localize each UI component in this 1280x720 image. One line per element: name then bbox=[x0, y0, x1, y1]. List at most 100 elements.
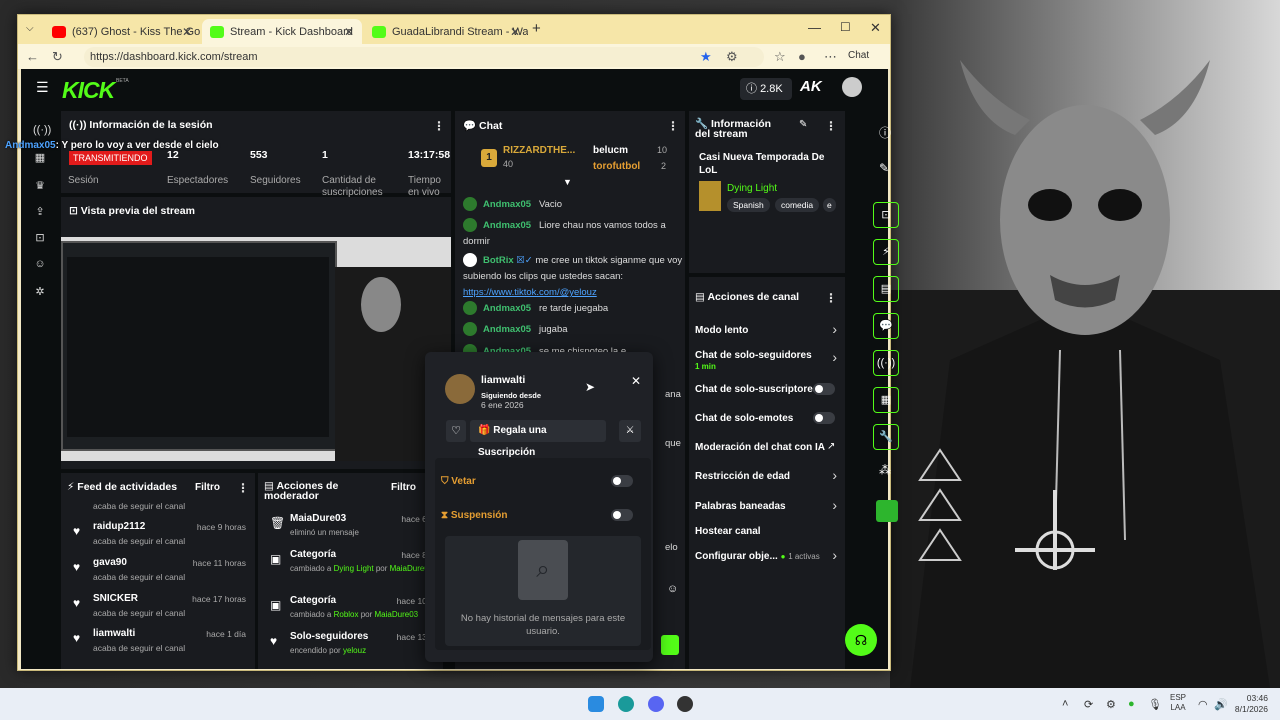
user-avatar[interactable] bbox=[842, 77, 862, 97]
new-tab-button[interactable]: + bbox=[532, 20, 541, 37]
chevron-right-icon[interactable]: › bbox=[832, 321, 837, 337]
hamburger-menu-icon[interactable]: ☰ bbox=[36, 79, 49, 96]
more-icon[interactable]: ⋯ bbox=[824, 49, 837, 65]
leader-name[interactable]: belucm bbox=[593, 145, 628, 156]
microphone-icon[interactable]: 🎙 bbox=[1148, 698, 1162, 711]
more-icon[interactable]: ⋮ bbox=[237, 481, 249, 495]
leader-name[interactable]: RIZZARDTHE... bbox=[503, 145, 575, 156]
notes-button[interactable]: ▤ bbox=[873, 276, 899, 302]
wifi-icon[interactable]: ◠ bbox=[1198, 698, 1208, 711]
info-icon[interactable]: ⓘ bbox=[879, 124, 891, 141]
collapse-icon[interactable]: ▼ bbox=[563, 177, 572, 187]
profile-icon[interactable]: ● bbox=[798, 49, 806, 64]
gift-sub-button[interactable]: 🎁 Regala una Suscripción bbox=[470, 420, 606, 458]
chat-user[interactable]: Andmax05 bbox=[483, 324, 531, 335]
game-name[interactable]: Dying Light bbox=[727, 183, 777, 194]
follow-button[interactable]: ♡ bbox=[446, 420, 466, 442]
volume-icon[interactable]: 🔊 bbox=[1214, 698, 1228, 711]
chevron-right-icon[interactable]: › bbox=[832, 547, 837, 563]
upload-icon[interactable]: ⇪ bbox=[33, 205, 47, 219]
users-icon[interactable]: ☺ bbox=[33, 257, 47, 271]
maximize-button[interactable]: ☐ bbox=[840, 20, 851, 34]
chat-user[interactable]: Andmax05 bbox=[483, 303, 531, 314]
more-icon[interactable]: ⋮ bbox=[825, 291, 837, 305]
chevron-right-icon[interactable]: › bbox=[832, 349, 837, 365]
tag[interactable]: comedia bbox=[775, 198, 820, 212]
close-icon[interactable]: ✕ bbox=[510, 25, 520, 39]
tab-kick-dashboard[interactable]: Stream - Kick Dashboard ✕ bbox=[202, 19, 362, 44]
action-goals[interactable]: Configurar obje... ● 1 activas bbox=[695, 551, 845, 562]
emotes-only-toggle[interactable] bbox=[813, 412, 835, 424]
tray-app-icon[interactable]: ⚙ bbox=[1106, 698, 1116, 711]
leader-name[interactable]: torofutbol bbox=[593, 161, 640, 172]
tab-actions-icon[interactable]: ⌵ bbox=[26, 23, 34, 34]
ban-toggle[interactable] bbox=[611, 475, 633, 487]
start-icon[interactable] bbox=[588, 696, 604, 712]
ak-avatar[interactable]: AK bbox=[800, 78, 822, 95]
action-followers-only[interactable]: Chat de solo-seguidores 1 min bbox=[695, 350, 835, 372]
game-button[interactable] bbox=[876, 500, 898, 522]
close-icon[interactable]: ✕ bbox=[631, 374, 641, 388]
popup-username[interactable]: liamwalti bbox=[481, 374, 525, 386]
support-button[interactable]: ☊ bbox=[845, 624, 877, 656]
edit-icon[interactable]: ✎ bbox=[799, 119, 807, 130]
tag[interactable]: e bbox=[823, 198, 836, 212]
clips-icon[interactable]: ⊡ bbox=[33, 231, 47, 245]
discord-icon[interactable] bbox=[648, 696, 664, 712]
action-slow-mode[interactable]: Modo lento bbox=[695, 325, 835, 336]
tray-chevron-icon[interactable]: ˄ bbox=[1062, 698, 1068, 710]
tab-guadalibrandi[interactable]: GuadaLibrandi Stream - Watc ✕ bbox=[364, 19, 528, 44]
chat-button[interactable]: 💬 bbox=[873, 313, 899, 339]
stream-icon[interactable]: ((·)) bbox=[33, 123, 51, 137]
favorite-star-icon[interactable]: ★ bbox=[700, 49, 712, 65]
obs-icon[interactable] bbox=[677, 696, 693, 712]
close-window-button[interactable]: ✕ bbox=[870, 20, 881, 36]
settings-icon[interactable]: ✲ bbox=[33, 285, 47, 299]
dashboard-icon[interactable]: ▦ bbox=[33, 151, 47, 165]
input-language[interactable]: ESP LAA bbox=[1170, 693, 1186, 713]
feed-filter-button[interactable]: Filtro bbox=[195, 482, 220, 493]
clip-tool-button[interactable]: ⊡ bbox=[873, 202, 899, 228]
tray-app-icon[interactable]: ⟳ bbox=[1084, 698, 1093, 711]
layout-button[interactable]: ▦ bbox=[873, 387, 899, 413]
minimize-button[interactable]: — bbox=[808, 20, 821, 35]
tag[interactable]: Spanish bbox=[727, 198, 770, 212]
more-icon[interactable]: ⋮ bbox=[825, 119, 837, 133]
timeout-toggle[interactable] bbox=[611, 509, 633, 521]
tray-app-icon[interactable]: ● bbox=[1128, 698, 1135, 710]
tab-youtube[interactable]: (637) Ghost - Kiss The Go-Go ✕ bbox=[44, 19, 200, 44]
clock[interactable]: 03:46 8/1/2026 bbox=[1232, 693, 1268, 715]
close-icon[interactable]: ✕ bbox=[182, 25, 192, 39]
action-banned-words[interactable]: Palabras baneadas bbox=[695, 501, 835, 512]
copilot-chat-button[interactable]: Chat bbox=[848, 50, 869, 61]
chevron-right-icon[interactable]: › bbox=[832, 467, 837, 483]
send-button[interactable] bbox=[661, 635, 679, 655]
edge-icon[interactable] bbox=[618, 696, 634, 712]
share-icon[interactable]: ⁂ bbox=[879, 463, 891, 477]
action-ai-moderation[interactable]: Moderación del chat con IA bbox=[695, 442, 835, 453]
broadcast-button[interactable]: ((·)) bbox=[873, 350, 899, 376]
refresh-icon[interactable]: ↻ bbox=[52, 49, 63, 65]
mod-filter-button[interactable]: Filtro bbox=[391, 482, 416, 493]
viewers-pill[interactable]: ⓘ 2.8K bbox=[740, 78, 792, 100]
more-icon[interactable]: ⋮ bbox=[667, 119, 679, 133]
lightning-button[interactable]: ⚡ bbox=[873, 239, 899, 265]
tiktok-link[interactable]: https://www.tiktok.com/@yelouz bbox=[463, 287, 597, 298]
stream-preview-video[interactable] bbox=[61, 237, 451, 461]
action-host-channel[interactable]: Hostear canal bbox=[695, 526, 835, 537]
chevron-right-icon[interactable]: › bbox=[832, 497, 837, 513]
action-age-restriction[interactable]: Restricción de edad bbox=[695, 471, 835, 482]
url-field[interactable]: https://dashboard.kick.com/stream bbox=[84, 47, 764, 67]
kick-logo[interactable]: KICK bbox=[62, 77, 115, 104]
subs-only-toggle[interactable] bbox=[813, 383, 835, 395]
mod-tools-button[interactable]: ⚔ bbox=[619, 420, 641, 442]
edit-icon[interactable]: ✎ bbox=[879, 161, 889, 175]
back-icon[interactable]: ← bbox=[26, 49, 39, 64]
tools-button[interactable]: 🔧 bbox=[873, 424, 899, 450]
chat-user[interactable]: Andmax05 bbox=[483, 220, 531, 231]
chat-user[interactable]: Andmax05 bbox=[483, 199, 531, 210]
trophy-icon[interactable]: ♛ bbox=[33, 179, 47, 193]
close-icon[interactable]: ✕ bbox=[344, 25, 354, 39]
emote-picker-icon[interactable]: ☺ bbox=[667, 583, 678, 595]
chat-user[interactable]: BotRix bbox=[483, 255, 514, 266]
